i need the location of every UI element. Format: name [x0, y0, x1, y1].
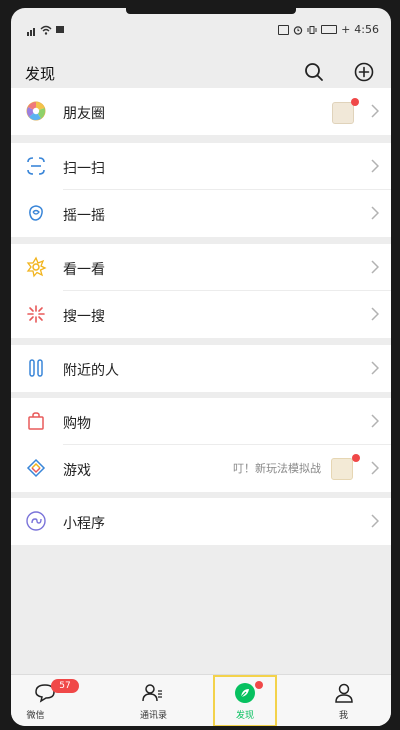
tab-label-chats: 微信: [26, 711, 45, 721]
shopping-bag-icon: [28, 412, 44, 430]
games-new-dot: [352, 454, 360, 462]
group-look-search: 看一看 搜一搜: [11, 244, 391, 338]
page-title: 发现: [25, 65, 56, 83]
menu-label-moments: 朋友圈: [63, 106, 105, 122]
wifi-icon: [40, 25, 52, 35]
menu-item-nearby[interactable]: 附近的人: [11, 345, 391, 392]
tab-contacts[interactable]: 通讯录: [106, 675, 201, 726]
menu-item-search[interactable]: 搜一搜: [11, 291, 391, 338]
menu-item-moments[interactable]: 朋友圈: [11, 88, 391, 135]
chevron-right-icon: [371, 414, 379, 428]
people-nearby-icon: [29, 359, 43, 377]
tab-label-discover: 发现: [235, 711, 254, 721]
menu-item-mini-programs[interactable]: 小程序: [11, 498, 391, 545]
shake-icon: [29, 205, 43, 221]
discover-new-dot: [255, 681, 263, 689]
add-circle-icon[interactable]: [353, 61, 375, 83]
menu-item-shopping[interactable]: 购物: [11, 398, 391, 445]
chevron-right-icon: [371, 104, 379, 118]
chevron-right-icon: [371, 514, 379, 528]
tab-label-contacts: 通讯录: [139, 711, 167, 721]
menu-item-shake[interactable]: 摇一摇: [11, 190, 391, 237]
chevron-right-icon: [371, 260, 379, 274]
moments-aperture-icon: [26, 101, 46, 121]
menu-label-shopping: 购物: [63, 416, 91, 432]
top-stories-icon: [26, 256, 47, 278]
menu-label-top-stories: 看一看: [63, 262, 105, 278]
menu-item-top-stories[interactable]: 看一看: [11, 244, 391, 291]
search-icon[interactable]: [303, 61, 325, 83]
chevron-right-icon: [371, 159, 379, 173]
moments-thumbnail: [332, 102, 354, 124]
status-time: 4:56: [354, 23, 379, 36]
games-icon: [26, 458, 46, 478]
chevron-right-icon: [371, 361, 379, 375]
games-thumbnail: [331, 458, 353, 480]
menu-label-mini-programs: 小程序: [63, 516, 105, 532]
tab-me[interactable]: 我: [296, 675, 391, 726]
alarm-icon: [293, 25, 303, 35]
status-left: [27, 23, 64, 36]
tab-discover[interactable]: 发现: [213, 675, 277, 726]
phone-bezel-top: [126, 8, 296, 14]
moments-new-dot: [351, 98, 359, 106]
phone-screen: + 4:56 发现 朋友圈 扫一扫 摇一摇 看一看 搜一搜 附近的人 购物 游戏…: [11, 8, 391, 726]
mini-program-icon: [26, 511, 46, 531]
vibrate-icon: [307, 25, 317, 34]
nfc-icon: [278, 24, 290, 35]
person-icon: [335, 683, 353, 703]
contacts-icon: [142, 684, 162, 702]
scan-icon: [27, 157, 45, 175]
tab-chats[interactable]: 57 微信: [11, 675, 106, 726]
search-sparkle-icon: [27, 305, 45, 323]
group-scan-shake: 扫一扫 摇一摇: [11, 143, 391, 237]
status-right: + 4:56: [278, 23, 379, 36]
menu-label-games: 游戏: [63, 463, 91, 479]
chevron-right-icon: [371, 307, 379, 321]
menu-label-scan: 扫一扫: [63, 161, 105, 177]
status-bar: + 4:56: [11, 20, 391, 40]
group-nearby: 附近的人: [11, 345, 391, 392]
signal-icon: [27, 23, 36, 36]
chevron-right-icon: [371, 461, 379, 475]
discover-compass-icon: [235, 683, 255, 703]
menu-item-games[interactable]: 游戏 叮！新玩法模拟战: [11, 445, 391, 492]
battery-icon: [321, 25, 338, 34]
message-icon: [56, 26, 64, 33]
group-shopping-games: 购物 游戏 叮！新玩法模拟战: [11, 398, 391, 492]
games-promo-text: 叮！新玩法模拟战: [233, 462, 321, 475]
group-mini-programs: 小程序: [11, 498, 391, 545]
group-moments: 朋友圈: [11, 88, 391, 135]
bottom-tab-bar: 57 微信 通讯录 发现 我: [11, 674, 391, 726]
menu-label-shake: 摇一摇: [63, 208, 105, 224]
chevron-right-icon: [371, 206, 379, 220]
menu-item-scan[interactable]: 扫一扫: [11, 143, 391, 190]
tab-label-me: 我: [338, 711, 348, 721]
menu-label-nearby: 附近的人: [63, 363, 119, 379]
menu-label-search: 搜一搜: [63, 309, 105, 325]
unread-badge: 57: [51, 679, 79, 693]
battery-charging-label: +: [341, 23, 351, 36]
